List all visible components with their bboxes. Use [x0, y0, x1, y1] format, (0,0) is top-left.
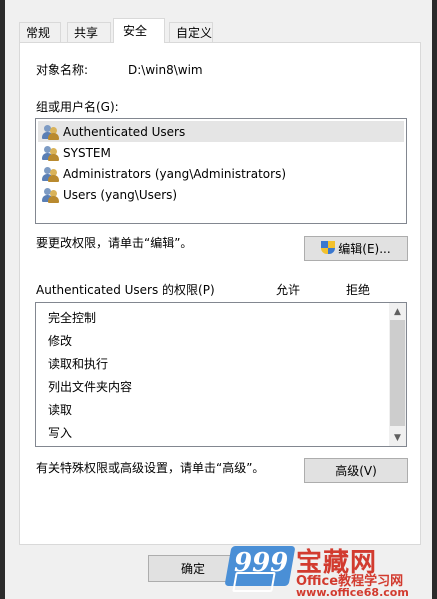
user-group-icon [42, 124, 60, 140]
tab-general[interactable]: 常规 [19, 22, 61, 43]
tab-label: 自定义 [176, 26, 213, 40]
groups-listbox[interactable]: Authenticated Users SYSTEM Administrator… [35, 118, 407, 224]
permission-label: 列出文件夹内容 [48, 380, 133, 394]
tab-label: 常规 [26, 26, 51, 40]
list-item-label: Authenticated Users [63, 124, 186, 139]
properties-dialog: 常规 共享 安全 自定义 对象名称: D:\win8\wim 组或用户名(G):… [5, 0, 432, 599]
list-item[interactable]: Users (yang\Users) [38, 184, 404, 205]
edit-button-label: 编辑(E)... [338, 242, 391, 256]
change-permissions-hint: 要更改权限，请单击“编辑”。 [36, 236, 193, 250]
list-item[interactable]: SYSTEM [38, 142, 404, 163]
permission-row: 写入 [48, 422, 72, 445]
tab-label: 共享 [74, 26, 99, 40]
advanced-button[interactable]: 高级(V) [304, 458, 408, 483]
list-item-label: Administrators (yang\Administrators) [63, 166, 287, 181]
permissions-listbox[interactable]: 完全控制 修改 读取和执行 列出文件夹内容 读取 写入 ▲ ▼ [35, 302, 407, 447]
permission-label: 读取 [48, 403, 73, 417]
security-panel: 对象名称: D:\win8\wim 组或用户名(G): Authenticate… [19, 42, 421, 545]
ok-button[interactable]: 确定 [148, 555, 238, 582]
scroll-down-arrow-icon[interactable]: ▼ [389, 429, 406, 446]
edit-button[interactable]: 编辑(E)... [304, 236, 408, 261]
object-name-label: 对象名称: [36, 63, 89, 77]
user-group-icon [42, 187, 60, 203]
advanced-settings-hint: 有关特殊权限或高级设置，请单击“高级”。 [36, 461, 265, 475]
uac-shield-icon [321, 241, 336, 256]
monitor-icon [232, 572, 276, 592]
scroll-thumb[interactable] [390, 320, 405, 426]
tab-customize[interactable]: 自定义 [169, 22, 213, 43]
permission-label: 修改 [48, 334, 73, 348]
user-group-icon [42, 166, 60, 182]
permissions-header: Authenticated Users 的权限(P) [36, 283, 215, 297]
permission-label: 写入 [48, 426, 73, 440]
permission-row: 列出文件夹内容 [48, 376, 132, 399]
deny-column-header: 拒绝 [346, 283, 371, 297]
tab-label: 安全 [123, 24, 148, 38]
scroll-up-arrow-icon[interactable]: ▲ [389, 303, 406, 320]
tab-sharing[interactable]: 共享 [67, 22, 111, 43]
list-item[interactable]: Authenticated Users [38, 121, 404, 142]
watermark-logo: 999 宝藏网 Office教程学习网 www.office68.com [224, 542, 435, 599]
allow-column-header: 允许 [276, 283, 301, 297]
list-item-label: SYSTEM [63, 145, 111, 160]
advanced-button-label: 高级(V) [335, 464, 377, 478]
permission-label: 完全控制 [48, 311, 97, 325]
permissions-scrollbar[interactable]: ▲ ▼ [389, 303, 406, 446]
user-group-icon [42, 145, 60, 161]
groups-label: 组或用户名(G): [36, 100, 119, 114]
list-item-label: Users (yang\Users) [63, 187, 178, 202]
watermark-url: www.office68.com [296, 586, 409, 599]
permission-label: 读取和执行 [48, 357, 109, 371]
ok-button-label: 确定 [180, 562, 205, 576]
permission-row: 修改 [48, 330, 72, 353]
permission-row: 完全控制 [48, 307, 96, 330]
tab-security[interactable]: 安全 [113, 18, 165, 43]
permission-row: 读取 [48, 399, 72, 422]
object-name-value: D:\win8\wim [128, 63, 203, 77]
permission-row: 读取和执行 [48, 353, 108, 376]
list-item[interactable]: Administrators (yang\Administrators) [38, 163, 404, 184]
